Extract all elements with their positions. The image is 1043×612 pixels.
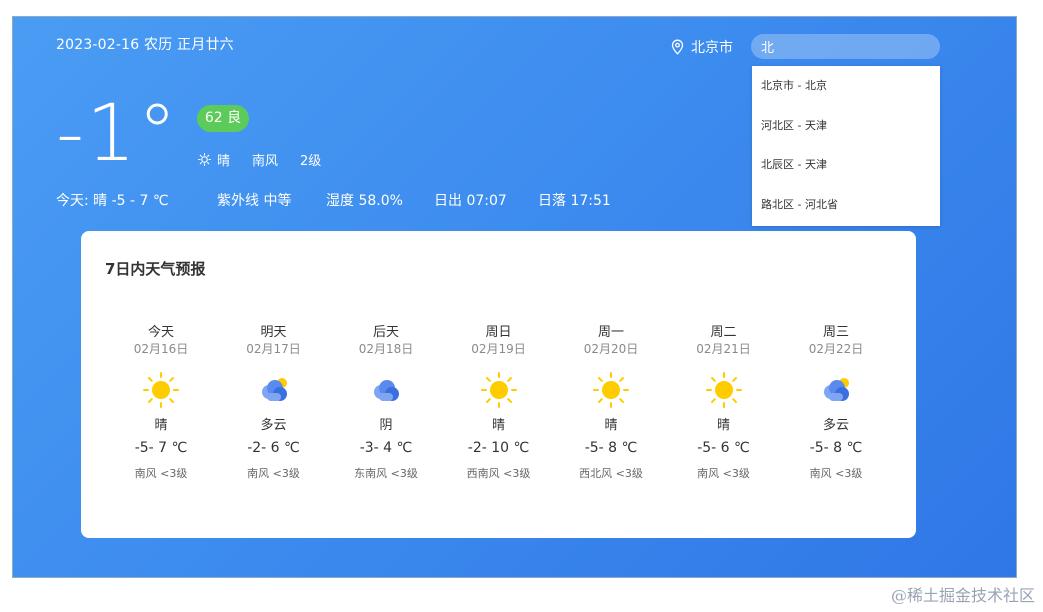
current-date: 2023-02-16 农历 正月廿六 [56, 37, 234, 53]
forecast-weekday: 后天 [372, 325, 399, 340]
forecast-temp-range: -5- 8 ℃ [809, 440, 863, 456]
forecast-temp-range: -2- 10 ℃ [467, 440, 530, 456]
forecast-weather: 阴 [379, 418, 393, 433]
forecast-temp-range: -5- 6 ℃ [697, 440, 750, 456]
city-search-input[interactable] [751, 34, 940, 59]
uv-index: 紫外线 中等 [217, 193, 292, 209]
forecast-weekday: 周日 [485, 325, 512, 340]
forecast-weekday: 周三 [822, 325, 849, 340]
location-pin-icon [671, 39, 684, 55]
forecast-day: 明天 02月17日 多云 -2- 6 ℃ 南风 <3级 [229, 324, 319, 481]
forecast-weather: 晴 [491, 418, 505, 433]
watermark: @稀土掘金技术社区 [890, 586, 1035, 605]
forecast-temp-range: -2- 6 ℃ [247, 440, 300, 456]
forecast-day: 周三 02月22日 多云 -5- 8 ℃ 南风 <3级 [791, 324, 881, 481]
forecast-temp-range: -5- 7 ℃ [134, 440, 188, 456]
forecast-weekday: 今天 [147, 325, 174, 340]
forecast-wind: 东南风 <3级 [354, 467, 418, 480]
partly-cloudy-icon [791, 370, 881, 410]
forecast-weather: 晴 [716, 418, 730, 433]
sun-outline-icon [198, 153, 211, 166]
forecast-date: 02月18日 [358, 342, 414, 356]
forecast-wind: 南风 <3级 [134, 467, 188, 480]
forecast-wind: 南风 <3级 [809, 467, 863, 480]
sun-icon [679, 370, 769, 410]
forecast-weather: 晴 [154, 418, 168, 433]
forecast-weather: 多云 [260, 418, 287, 433]
forecast-weather: 晴 [604, 418, 618, 433]
sunrise: 日出 07:07 [434, 193, 507, 209]
city-selector[interactable]: 北京市 [670, 37, 733, 57]
suggestion-item[interactable]: 北辰区 - 天津 [752, 145, 940, 185]
forecast-weekday: 明天 [260, 325, 287, 340]
forecast-temp-range: -5- 8 ℃ [584, 440, 638, 456]
sun-icon [454, 370, 544, 410]
forecast-temp-range: -3- 4 ℃ [359, 440, 413, 456]
suggestion-item[interactable]: 河北区 - 天津 [752, 106, 940, 146]
overcast-icon [341, 370, 431, 410]
sun-icon [566, 370, 656, 410]
weather-app: 2023-02-16 农历 正月廿六 北京市 北京市 - 北京 河北区 - 天津… [12, 16, 1017, 578]
forecast-day: 周一 02月20日 晴 -5- 8 ℃ 西北风 <3级 [566, 324, 656, 481]
current-weather: 晴 [217, 154, 231, 169]
search-suggestions: 北京市 - 北京 河北区 - 天津 北辰区 - 天津 路北区 - 河北省 [752, 66, 940, 226]
forecast-wind: 西南风 <3级 [466, 467, 531, 480]
current-wind-direction: 南风 [252, 154, 279, 169]
aqi-badge: 62 良 [197, 105, 249, 132]
forecast-wind: 南风 <3级 [247, 467, 300, 480]
sunset: 日落 17:51 [538, 193, 611, 209]
current-wind-level: 2级 [300, 154, 322, 169]
today-summary: 今天: 晴 -5 - 7 ℃ [56, 193, 169, 209]
forecast-day: 今天 02月16日 晴 -5- 7 ℃ 南风 <3级 [116, 324, 206, 481]
forecast-weekday: 周二 [710, 325, 737, 340]
forecast-day: 后天 02月18日 阴 -3- 4 ℃ 东南风 <3级 [341, 324, 431, 481]
forecast-day: 周二 02月21日 晴 -5- 6 ℃ 南风 <3级 [679, 324, 769, 481]
forecast-date: 02月16日 [133, 342, 189, 356]
partly-cloudy-icon [229, 370, 319, 410]
forecast-wind: 南风 <3级 [697, 467, 750, 480]
forecast-day: 周日 02月19日 晴 -2- 10 ℃ 西南风 <3级 [454, 324, 544, 481]
forecast-card: 7日内天气预报 今天 02月16日 晴 -5- 7 ℃ 南风 <3级 明天 02月17日 … [81, 231, 916, 538]
forecast-date: 02月22日 [808, 342, 864, 356]
forecast-date: 02月20日 [583, 342, 639, 356]
forecast-title: 7日内天气预报 [105, 260, 206, 278]
humidity: 湿度 58.0% [326, 193, 403, 209]
current-conditions: 晴 南风 2级 [198, 150, 321, 169]
forecast-date: 02月19日 [471, 342, 526, 356]
sun-icon [116, 370, 206, 410]
forecast-date: 02月17日 [246, 342, 301, 356]
forecast-weather: 多云 [822, 418, 849, 433]
forecast-wind: 西北风 <3级 [579, 467, 643, 480]
current-temperature: -1° [56, 89, 179, 179]
city-name: 北京市 [691, 40, 733, 56]
forecast-weekday: 周一 [597, 325, 624, 340]
suggestion-item[interactable]: 北京市 - 北京 [752, 66, 940, 106]
suggestion-item[interactable]: 路北区 - 河北省 [752, 185, 940, 225]
forecast-date: 02月21日 [696, 342, 751, 356]
